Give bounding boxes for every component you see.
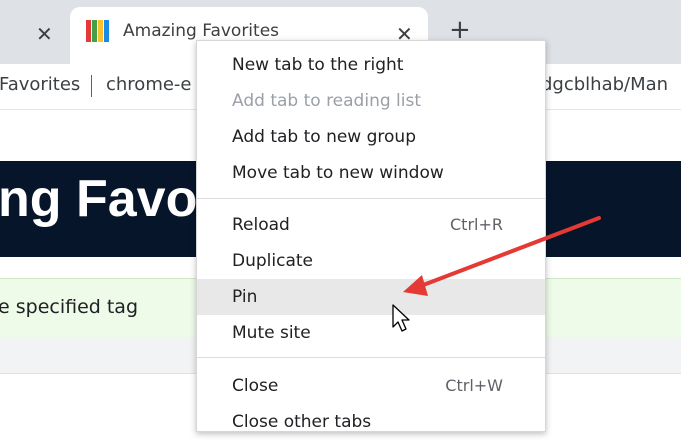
menu-item-label: Reload	[232, 215, 290, 235]
books-icon	[86, 20, 110, 44]
menu-item-pin[interactable]: Pin	[197, 279, 545, 315]
menu-item-close-other-tabs[interactable]: Close other tabs	[197, 404, 545, 440]
menu-item-move-to-window[interactable]: Move tab to new window	[197, 155, 545, 191]
close-tab-icon[interactable]: ✕	[36, 24, 53, 44]
menu-item-label: Duplicate	[232, 251, 313, 271]
page-title: ng Favo	[0, 170, 198, 228]
menu-item-reload[interactable]: Reload Ctrl+R	[197, 207, 545, 243]
tab-context-menu: New tab to the right Add tab to reading …	[196, 40, 546, 432]
tab-title: Amazing Favorites	[123, 21, 280, 41]
bookmark-item[interactable]: Favorites	[0, 74, 80, 95]
menu-item-label: New tab to the right	[232, 55, 404, 75]
menu-item-label: Close	[232, 376, 279, 396]
menu-item-new-tab-right[interactable]: New tab to the right	[197, 47, 545, 83]
bookmark-item[interactable]: chrome-e	[106, 74, 192, 95]
menu-item-shortcut: Ctrl+W	[445, 376, 503, 395]
menu-separator	[197, 357, 545, 358]
menu-item-close[interactable]: Close Ctrl+W	[197, 368, 545, 404]
menu-item-label: Add tab to reading list	[232, 91, 422, 111]
menu-item-label: Close other tabs	[232, 412, 372, 432]
menu-separator	[197, 198, 545, 199]
menu-item-label: Mute site	[232, 323, 311, 343]
previous-tab[interactable]: ✕	[0, 8, 68, 64]
menu-item-mute-site[interactable]: Mute site	[197, 315, 545, 351]
bookmark-item[interactable]: dgcblhab/Man	[541, 74, 668, 95]
menu-item-label: Add tab to new group	[232, 127, 416, 147]
menu-item-label: Pin	[232, 287, 258, 307]
menu-item-label: Move tab to new window	[232, 163, 444, 183]
menu-item-add-to-group[interactable]: Add tab to new group	[197, 119, 545, 155]
menu-item-add-to-reading-list: Add tab to reading list	[197, 83, 545, 119]
bookmark-separator	[91, 75, 92, 97]
menu-item-shortcut: Ctrl+R	[450, 215, 503, 234]
info-message: e specified tag	[0, 296, 139, 318]
menu-item-duplicate[interactable]: Duplicate	[197, 243, 545, 279]
